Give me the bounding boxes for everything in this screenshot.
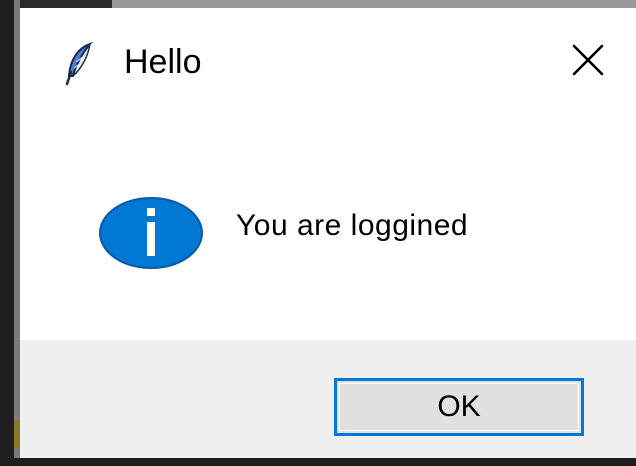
screen: Hello You are loggined OK [0, 0, 636, 466]
dialog-message: You are loggined [236, 209, 469, 242]
ok-button[interactable]: OK [334, 378, 584, 436]
background-window-left-edge [0, 0, 20, 466]
background-window-bottom-edge [0, 458, 636, 466]
dialog-title: Hello [124, 43, 202, 81]
close-icon [570, 42, 606, 83]
title-bar[interactable]: Hello [20, 8, 636, 108]
background-window-fragment [14, 420, 20, 448]
background-window-edge [20, 0, 636, 8]
info-icon [98, 196, 204, 270]
close-button[interactable] [560, 38, 616, 86]
feather-icon [64, 41, 94, 86]
background-window-edge-dark [20, 0, 112, 8]
dialog-body: You are loggined [20, 108, 636, 340]
message-dialog: Hello You are loggined OK [20, 8, 636, 458]
button-bar: OK [20, 340, 636, 458]
